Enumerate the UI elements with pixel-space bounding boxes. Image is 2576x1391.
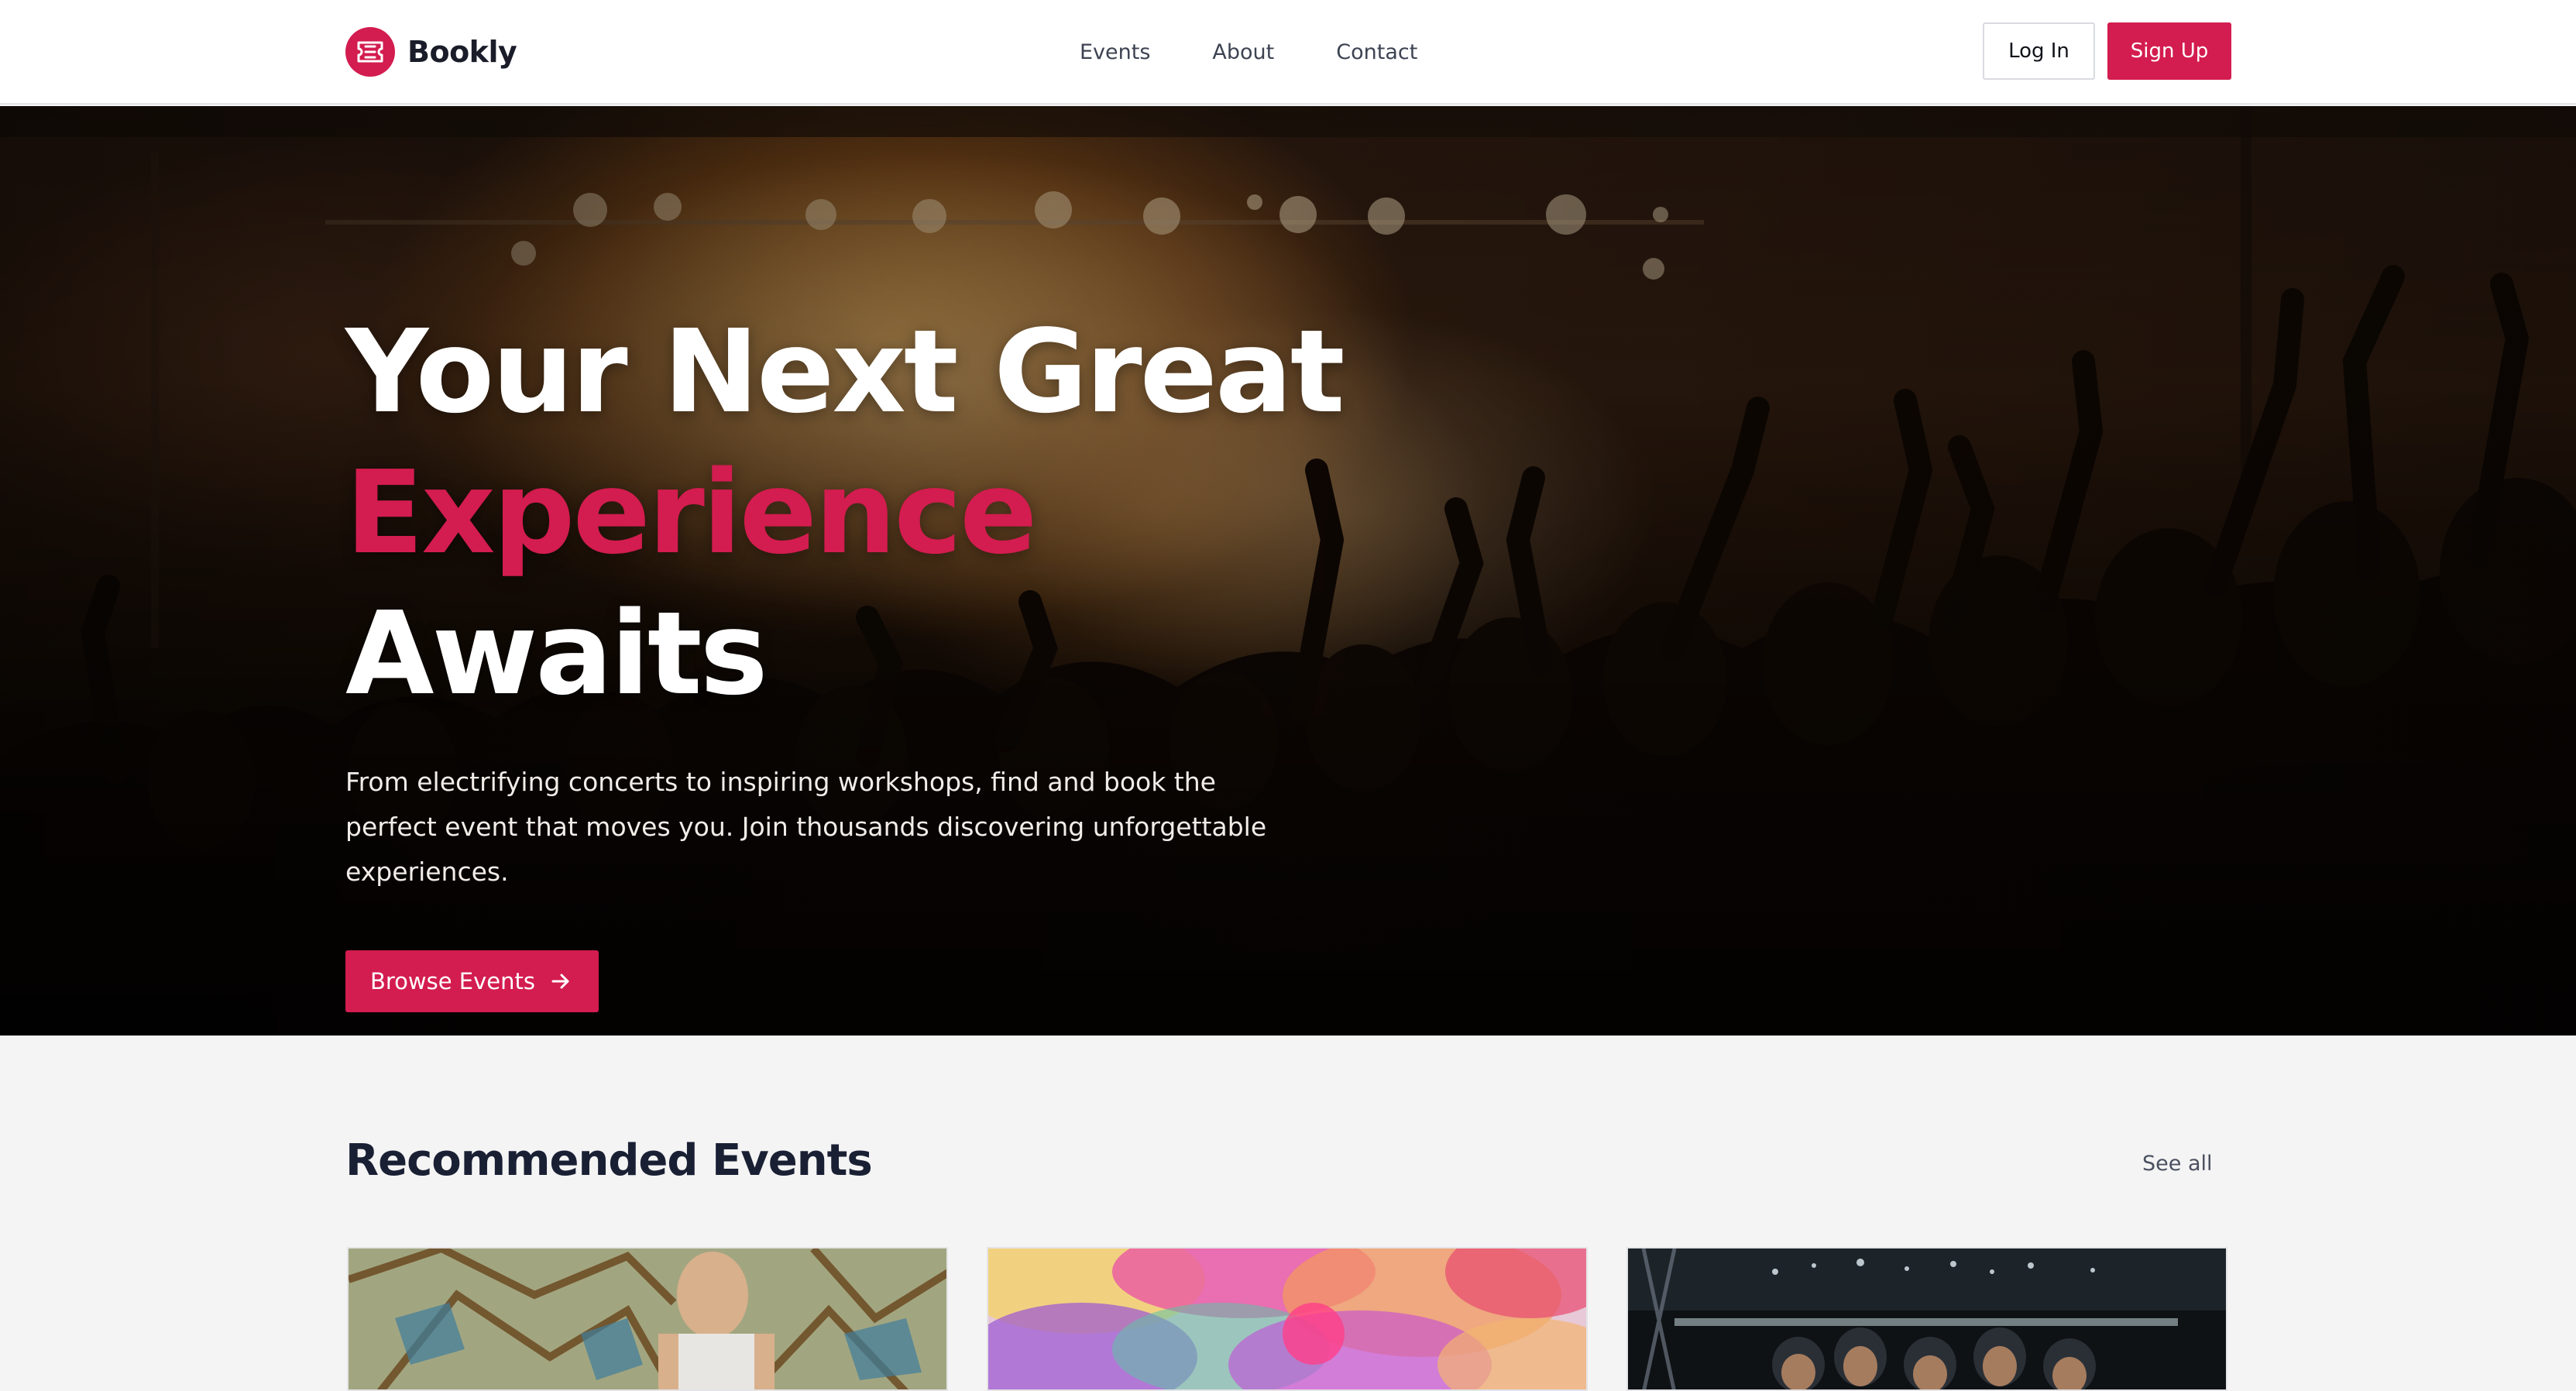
hero-title-accent: Experience: [345, 446, 1037, 579]
brand[interactable]: Bookly: [345, 26, 517, 78]
event-card[interactable]: [1626, 1247, 2227, 1391]
hero-title-rest: Awaits: [345, 587, 768, 720]
event-card[interactable]: [347, 1247, 948, 1391]
arrow-right-icon: [551, 974, 569, 989]
event-image: [1628, 1248, 2226, 1389]
hero-section: Your Next Great Experience Awaits From e…: [0, 106, 2576, 1036]
nav-link-about[interactable]: About: [1212, 40, 1274, 64]
event-image: [988, 1248, 1586, 1389]
ticket-icon: [345, 27, 395, 77]
event-cards: [347, 1247, 2227, 1391]
see-all-link[interactable]: See all: [2142, 1152, 2213, 1176]
browse-events-button[interactable]: Browse Events: [345, 950, 599, 1012]
nav-link-contact[interactable]: Contact: [1336, 40, 1417, 64]
hero-content: Your Next Great Experience Awaits From e…: [345, 301, 1352, 1012]
auth-actions: Log In Sign Up: [1983, 22, 2231, 80]
nav-link-events[interactable]: Events: [1080, 40, 1150, 64]
main-nav: Events About Contact: [1080, 34, 1417, 70]
brand-name: Bookly: [407, 35, 517, 69]
hero-title-line1: Your Next Great: [345, 305, 1345, 438]
event-card[interactable]: [987, 1247, 1588, 1391]
hero-subtitle: From electrifying concerts to inspiring …: [345, 767, 1267, 887]
browse-events-label: Browse Events: [370, 968, 535, 994]
login-button[interactable]: Log In: [1983, 22, 2095, 80]
signup-button[interactable]: Sign Up: [2107, 22, 2231, 80]
top-navbar: Bookly Events About Contact Log In Sign …: [0, 0, 2576, 105]
hero-title: Your Next Great Experience Awaits: [345, 301, 1352, 724]
recommended-title: Recommended Events: [345, 1135, 873, 1186]
event-image: [349, 1248, 946, 1389]
